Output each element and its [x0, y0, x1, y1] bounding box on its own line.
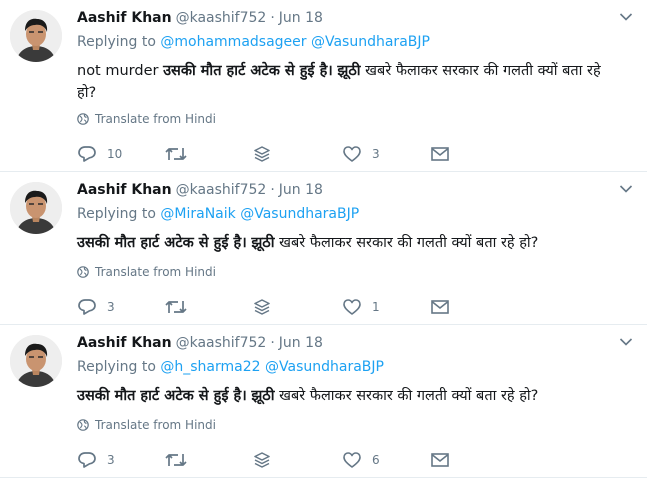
retweet-icon	[165, 454, 187, 466]
chevron-down-icon[interactable]	[619, 12, 633, 22]
tweet-text: उसकी मौत हार्ट अटेक से हुई है। झूठी खबरे…	[77, 385, 622, 407]
stack-icon	[254, 146, 270, 162]
retweet-icon	[165, 148, 187, 160]
tweet[interactable]: Aashif Khan @kaashif752 · Jun 18 Replying t…	[0, 172, 647, 325]
globe-icon	[77, 266, 89, 278]
translate-link[interactable]: Translate from Hindi	[77, 112, 216, 126]
replying-to-label: Replying to	[77, 359, 156, 375]
tweet[interactable]: Aashif Khan @kaashif752 · Jun 18 Replying t…	[0, 0, 647, 172]
stack-icon	[254, 452, 270, 468]
like-count: 1	[372, 300, 380, 314]
tweet-date[interactable]: Jun 18	[279, 335, 323, 351]
action-bar: 10 3	[77, 144, 557, 164]
display-name[interactable]: Aashif Khan	[77, 182, 172, 198]
globe-icon	[77, 419, 89, 431]
tweet-header: Aashif Khan @kaashif752 · Jun 18	[77, 182, 323, 198]
tweet-text-bold: झूठी	[337, 63, 361, 79]
reply-icon	[78, 452, 96, 468]
tweet-date[interactable]: Jun 18	[279, 10, 323, 26]
stack-icon	[254, 299, 270, 315]
tweet-text-rest: खबरे फैलाकर सरकार की गलती क्यों बता रहे …	[274, 235, 539, 251]
mention-link[interactable]: @MiraNaik	[160, 206, 235, 222]
replying-to: Replying to @MiraNaik @VasundharaBJP	[77, 206, 359, 222]
mail-icon	[431, 300, 449, 314]
reply-count: 3	[107, 300, 115, 314]
like-count: 6	[372, 453, 380, 467]
avatar[interactable]	[10, 335, 62, 387]
avatar[interactable]	[10, 10, 62, 62]
display-name[interactable]: Aashif Khan	[77, 335, 172, 351]
mention-link[interactable]: @h_sharma22	[160, 359, 260, 375]
tweet-date[interactable]: Jun 18	[279, 182, 323, 198]
reply-count: 10	[107, 147, 123, 161]
tweet-text-prefix: not murder	[77, 63, 164, 79]
translate-link[interactable]: Translate from Hindi	[77, 265, 216, 279]
tweet-text: उसकी मौत हार्ट अटेक से हुई है। झूठी खबरे…	[77, 232, 622, 254]
translate-label[interactable]: Translate from Hindi	[95, 418, 216, 432]
replying-to: Replying to @h_sharma22 @VasundharaBJP	[77, 359, 384, 375]
mention-link[interactable]: @VasundharaBJP	[311, 34, 430, 50]
separator-dot: ·	[270, 335, 275, 351]
tweet-text-rest: खबरे फैलाकर सरकार की गलती क्यों बता रहे …	[274, 388, 539, 404]
tweet-text-bold: झूठी	[251, 235, 275, 251]
tweet-text-bold: झूठी	[251, 388, 275, 404]
tweet-header: Aashif Khan @kaashif752 · Jun 18	[77, 10, 323, 26]
separator-dot: ·	[270, 182, 275, 198]
heart-icon	[343, 452, 361, 468]
heart-icon	[343, 146, 361, 162]
action-bar: 3 1	[77, 297, 557, 317]
mention-link[interactable]: @mohammadsageer	[160, 34, 306, 50]
replying-to-label: Replying to	[77, 206, 156, 222]
mail-icon	[431, 453, 449, 467]
tweet-text-bold: उसकी मौत हार्ट अटेक से हुई है।	[77, 388, 247, 404]
tweet[interactable]: Aashif Khan @kaashif752 · Jun 18 Replying t…	[0, 325, 647, 478]
tweet-text-bold: उसकी मौत हार्ट अटेक से हुई है।	[77, 235, 247, 251]
user-handle[interactable]: @kaashif752	[176, 10, 267, 26]
mention-link[interactable]: @VasundharaBJP	[240, 206, 359, 222]
user-handle[interactable]: @kaashif752	[176, 182, 267, 198]
replying-to: Replying to @mohammadsageer @VasundharaB…	[77, 34, 430, 50]
like-count: 3	[372, 147, 380, 161]
mail-icon	[431, 147, 449, 161]
replying-to-label: Replying to	[77, 34, 156, 50]
reply-count: 3	[107, 453, 115, 467]
reply-icon	[78, 146, 96, 162]
tweet-text-bold: उसकी मौत हार्ट अटेक से हुई है।	[163, 63, 333, 79]
heart-icon	[343, 299, 361, 315]
reply-icon	[78, 299, 96, 315]
avatar[interactable]	[10, 182, 62, 234]
chevron-down-icon[interactable]	[619, 337, 633, 347]
translate-link[interactable]: Translate from Hindi	[77, 418, 216, 432]
tweet-header: Aashif Khan @kaashif752 · Jun 18	[77, 335, 323, 351]
separator-dot: ·	[270, 10, 275, 26]
action-bar: 3 6	[77, 450, 557, 470]
translate-label[interactable]: Translate from Hindi	[95, 265, 216, 279]
retweet-icon	[165, 301, 187, 313]
mention-link[interactable]: @VasundharaBJP	[265, 359, 384, 375]
user-handle[interactable]: @kaashif752	[176, 335, 267, 351]
chevron-down-icon[interactable]	[619, 184, 633, 194]
globe-icon	[77, 113, 89, 125]
display-name[interactable]: Aashif Khan	[77, 10, 172, 26]
translate-label[interactable]: Translate from Hindi	[95, 112, 216, 126]
timeline: Aashif Khan @kaashif752 · Jun 18 Replying t…	[0, 0, 647, 478]
tweet-text: not murder उसकी मौत हार्ट अटेक से हुई है…	[77, 60, 622, 104]
